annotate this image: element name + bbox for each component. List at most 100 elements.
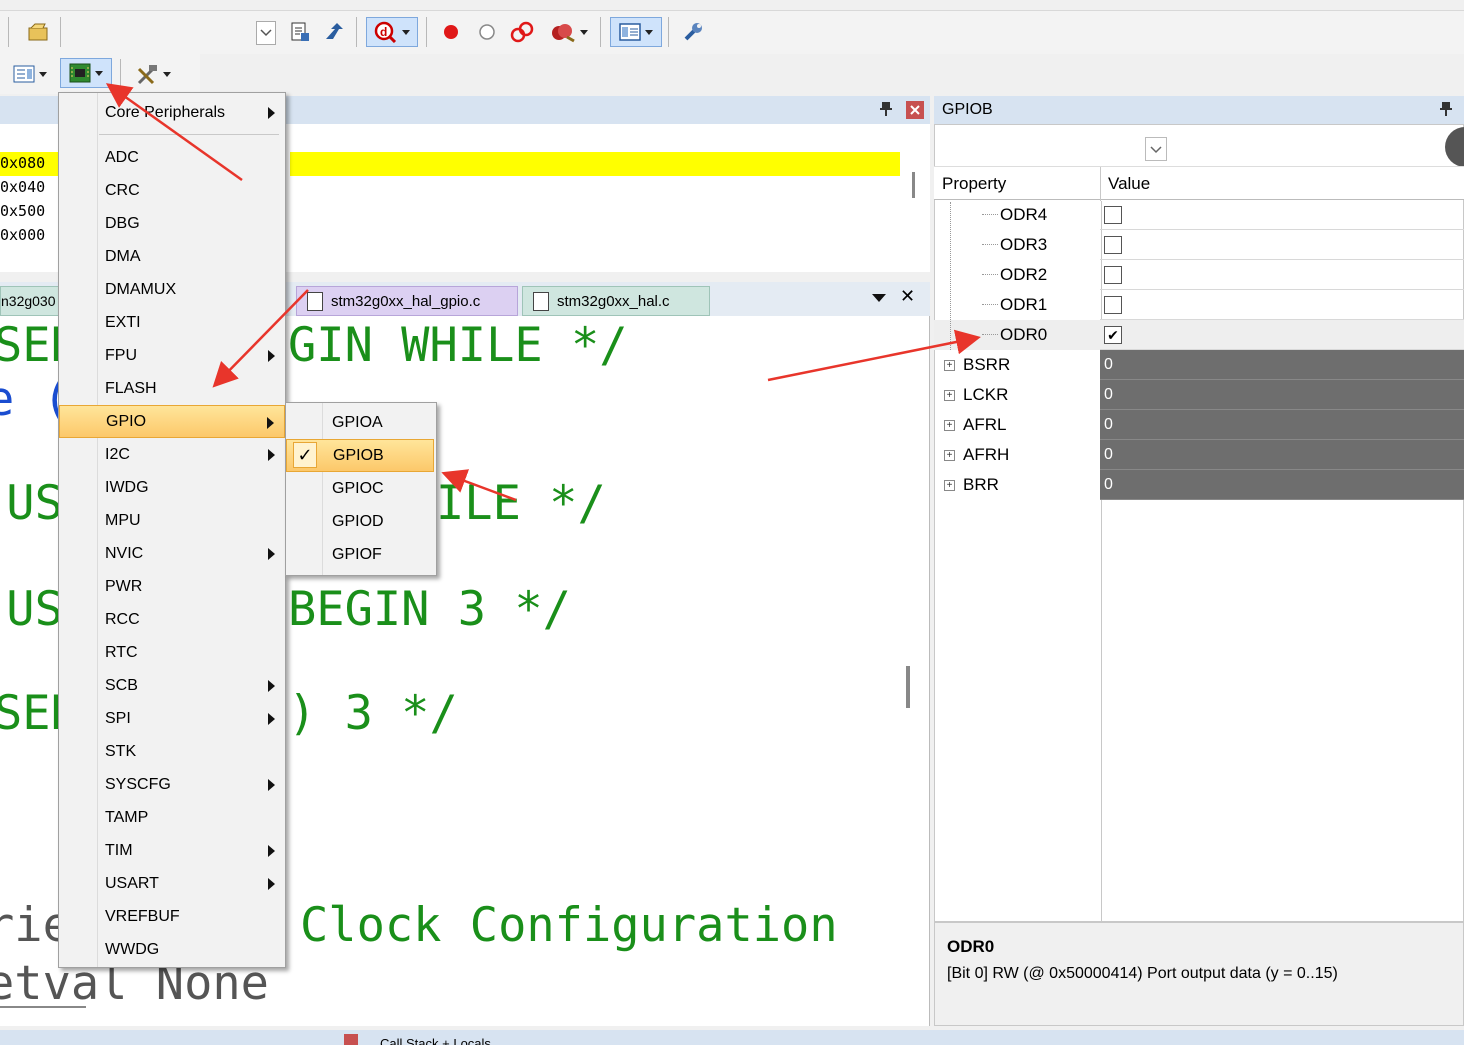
property-row-bsrr[interactable]: + BSRR 0 (934, 350, 1464, 380)
close-icon[interactable] (906, 101, 924, 119)
menu-item-label: Core Peripherals (105, 103, 226, 121)
menu-item-dbg[interactable]: DBG (59, 207, 285, 240)
property-value-cell[interactable] (1100, 230, 1464, 260)
property-row-afrl[interactable]: + AFRL 0 (934, 410, 1464, 440)
menu-item-pwr[interactable]: PWR (59, 570, 285, 603)
menu-item-mpu[interactable]: MPU (59, 504, 285, 537)
window-layout-icon[interactable] (610, 17, 662, 47)
menu-item-spi[interactable]: SPI (59, 702, 285, 735)
value-checkbox[interactable] (1104, 205, 1122, 224)
view-dropdown-icon[interactable] (1145, 137, 1167, 161)
expand-icon[interactable]: + (944, 359, 955, 371)
breakpoint-icon[interactable] (438, 17, 464, 47)
menu-item-vrefbuf[interactable]: VREFBUF (59, 900, 285, 933)
value-checkbox[interactable]: ✔ (1104, 325, 1122, 344)
menu-item-exti[interactable]: EXTI (59, 306, 285, 339)
property-row-odr1[interactable]: ODR1 (934, 290, 1464, 320)
scrollbar-thumb[interactable] (0, 1006, 86, 1008)
menu-item-crc[interactable]: CRC (59, 174, 285, 207)
submenu-arrow-icon (268, 350, 275, 362)
property-name-cell: + AFRL (934, 410, 1100, 440)
scrollbar-thumb[interactable] (912, 172, 915, 198)
menu-item-tim[interactable]: TIM (59, 834, 285, 867)
menu-item-gpioa[interactable]: GPIOA (286, 406, 434, 439)
tools-icon[interactable] (128, 59, 178, 89)
menu-item-usart[interactable]: USART (59, 867, 285, 900)
expand-icon[interactable]: + (944, 389, 955, 401)
property-row-odr4[interactable]: ODR4 (934, 200, 1464, 230)
memory-address: 0x500 (0, 202, 46, 220)
scrollbar-thumb[interactable] (906, 666, 910, 708)
property-value-cell[interactable]: 0 (1100, 470, 1464, 500)
menu-item-gpiob[interactable]: ✓ GPIOB (286, 439, 434, 472)
value-checkbox[interactable] (1104, 235, 1122, 254)
property-value-cell[interactable]: ✔ (1100, 320, 1464, 350)
property-value-cell[interactable]: 0 (1100, 440, 1464, 470)
menu-item-rtc[interactable]: RTC (59, 636, 285, 669)
value-checkbox[interactable] (1104, 295, 1122, 314)
menu-item-label: PWR (105, 577, 143, 595)
wrench-icon[interactable] (678, 17, 708, 47)
toolbar-separator (668, 17, 669, 47)
menu-item-nvic[interactable]: NVIC (59, 537, 285, 570)
menu-item-i2c[interactable]: I2C (59, 438, 285, 471)
tab-hal[interactable]: stm32g0xx_hal.c (522, 286, 710, 316)
register-value: 0 (1104, 385, 1113, 403)
tab-hal-gpio[interactable]: stm32g0xx_hal_gpio.c (296, 286, 518, 316)
property-row-lckr[interactable]: + LCKR 0 (934, 380, 1464, 410)
close-tab-icon[interactable]: ✕ (900, 286, 915, 307)
menu-item-stk[interactable]: STK (59, 735, 285, 768)
download-icon[interactable] (320, 17, 348, 47)
menu-item-gpioc[interactable]: GPIOC (286, 472, 434, 505)
close-icon[interactable] (344, 1034, 358, 1045)
property-value-cell[interactable]: 0 (1100, 410, 1464, 440)
debug-icon[interactable]: d (366, 17, 418, 47)
property-value-cell[interactable] (1100, 200, 1464, 230)
menu-item-flash[interactable]: FLASH (59, 372, 285, 405)
property-value-cell[interactable]: 0 (1100, 350, 1464, 380)
menu-item-label: SPI (105, 709, 131, 727)
toolbar-separator (60, 17, 61, 47)
breakpoints-icon[interactable] (508, 17, 536, 47)
menu-item-syscfg[interactable]: SYSCFG (59, 768, 285, 801)
submenu-arrow-icon (268, 107, 275, 119)
expand-icon[interactable]: + (944, 449, 955, 461)
menu-item-gpiof[interactable]: GPIOF (286, 538, 434, 571)
kill-breakpoints-icon[interactable] (544, 17, 594, 47)
expand-icon[interactable]: + (944, 419, 955, 431)
menu-item-gpio[interactable]: GPIO (59, 405, 285, 438)
registers-icon[interactable] (6, 59, 54, 89)
property-row-afrh[interactable]: + AFRH 0 (934, 440, 1464, 470)
property-row-odr2[interactable]: ODR2 (934, 260, 1464, 290)
system-viewer-icon[interactable] (60, 58, 112, 88)
menu-item-adc[interactable]: ADC (59, 141, 285, 174)
menu-item-iwdg[interactable]: IWDG (59, 471, 285, 504)
value-checkbox[interactable] (1104, 265, 1122, 284)
menu-item-core-peripherals[interactable]: Core Peripherals (59, 96, 285, 129)
menu-item-fpu[interactable]: FPU (59, 339, 285, 372)
menu-item-scb[interactable]: SCB (59, 669, 285, 702)
pin-icon[interactable] (880, 102, 892, 116)
menu-item-gpiod[interactable]: GPIOD (286, 505, 434, 538)
property-row-odr0[interactable]: ODR0 ✔ (934, 320, 1464, 350)
menu-item-wwdg[interactable]: WWDG (59, 933, 285, 966)
menu-item-rcc[interactable]: RCC (59, 603, 285, 636)
collapse-panel-icon[interactable] (1445, 127, 1464, 167)
tab-list-dropdown-icon[interactable] (872, 294, 886, 302)
property-row-brr[interactable]: + BRR 0 (934, 470, 1464, 500)
property-value-cell[interactable] (1100, 260, 1464, 290)
pin-icon[interactable] (1440, 102, 1452, 116)
tab-startup-file[interactable]: n32g030 (0, 286, 62, 316)
expand-icon[interactable]: + (944, 479, 955, 491)
property-value-cell[interactable] (1100, 290, 1464, 320)
menu-item-dmamux[interactable]: DMAMUX (59, 273, 285, 306)
property-row-odr3[interactable]: ODR3 (934, 230, 1464, 260)
clear-breakpoint-icon[interactable] (474, 17, 500, 47)
menu-item-tamp[interactable]: TAMP (59, 801, 285, 834)
build-icon[interactable] (286, 17, 314, 47)
open-icon[interactable] (24, 17, 52, 47)
property-value-cell[interactable]: 0 (1100, 380, 1464, 410)
dropdown-arrow-icon[interactable] (256, 21, 276, 45)
menu-separator (99, 134, 279, 135)
menu-item-dma[interactable]: DMA (59, 240, 285, 273)
